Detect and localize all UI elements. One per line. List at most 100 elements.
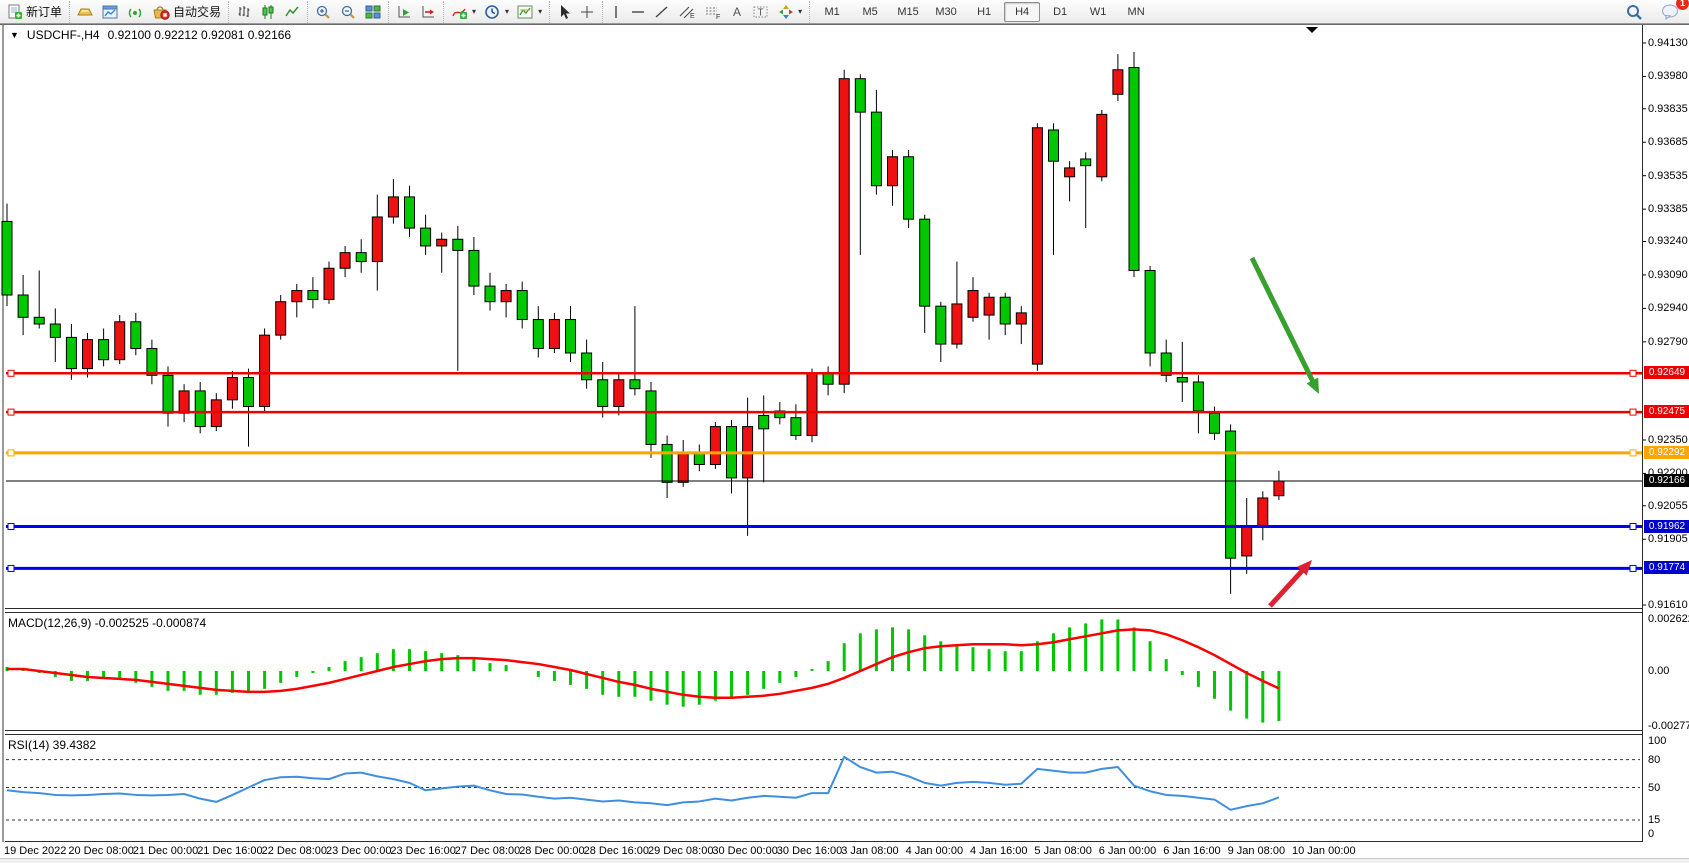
periods-dropdown-caret[interactable]: ▾	[505, 7, 509, 16]
line-handle[interactable]	[8, 409, 14, 415]
sell-signal-arrow-shaft[interactable]	[1252, 258, 1314, 383]
chart-window[interactable]: ▼ USDCHF-,H4 0.92100 0.92212 0.92081 0.9…	[0, 24, 1689, 863]
timeframe-m5[interactable]: M5	[852, 2, 888, 22]
price-line-badge: 0.92166	[1644, 474, 1689, 487]
candle-body	[421, 228, 431, 246]
candle-body	[18, 295, 28, 317]
candle-chart-button[interactable]	[256, 1, 280, 23]
line-handle[interactable]	[8, 370, 14, 376]
price-tick-label: 0.91610	[1648, 599, 1688, 611]
annotation-bounce-arrow[interactable]	[1270, 560, 1312, 606]
candle-body	[823, 373, 833, 384]
candle-chart-icon	[260, 4, 276, 20]
arrows-tool[interactable]: ▾	[774, 1, 806, 23]
horizontal-line-icon	[630, 4, 646, 20]
notification-count-badge: 1	[1676, 0, 1689, 10]
svg-text:E: E	[690, 13, 695, 20]
candle-body	[839, 79, 849, 385]
cursor-tool-button[interactable]	[553, 1, 575, 23]
arrows-dropdown-caret[interactable]: ▾	[798, 7, 802, 16]
line-handle[interactable]	[1630, 409, 1636, 415]
timeframe-d1[interactable]: D1	[1042, 2, 1078, 22]
price-tick-label: 0.93385	[1648, 203, 1688, 215]
timeframe-m30[interactable]: M30	[928, 2, 964, 22]
price-line-badge: 0.92292	[1644, 446, 1689, 459]
market-watch-button[interactable]	[73, 1, 98, 23]
candle-body	[469, 250, 479, 286]
timeframe-mn[interactable]: MN	[1118, 2, 1154, 22]
timeframe-w1[interactable]: W1	[1080, 2, 1116, 22]
vertical-line-tool[interactable]	[606, 1, 626, 23]
candle-body	[807, 373, 817, 435]
candle-body	[888, 157, 898, 186]
price-line-badge: 0.92475	[1644, 405, 1689, 418]
search-button[interactable]	[1621, 1, 1647, 23]
auto-trading-button[interactable]: 自动交易	[148, 1, 225, 23]
new-order-icon	[7, 4, 23, 20]
candle-body	[549, 320, 559, 349]
line-handle[interactable]	[1630, 565, 1636, 571]
time-axis-label: 21 Dec 16:00	[197, 845, 262, 857]
candle-body	[437, 239, 447, 246]
candle-body	[324, 268, 334, 299]
bounce-arrow-shaft[interactable]	[1270, 569, 1304, 606]
candle-body	[1097, 114, 1107, 176]
line-chart-button[interactable]	[280, 1, 304, 23]
templates-dropdown-caret[interactable]: ▾	[538, 7, 542, 16]
fibonacci-tool[interactable]: F	[700, 1, 726, 23]
notifications-button[interactable]: 1	[1657, 1, 1683, 23]
indicators-dropdown-caret[interactable]: ▾	[472, 7, 476, 16]
template-icon	[517, 4, 534, 20]
candle-body	[388, 197, 398, 217]
new-order-button[interactable]: 新订单	[3, 1, 66, 23]
timeframe-toolbar: M1M5M15M30H1H4D1W1MN	[809, 1, 1158, 23]
macd-indicator	[7, 619, 1279, 722]
bar-chart-button[interactable]	[232, 1, 256, 23]
chart-canvas[interactable]	[0, 24, 1689, 863]
time-axis-label: 6 Jan 00:00	[1099, 845, 1157, 857]
horizontal-line-tool[interactable]	[626, 1, 650, 23]
candle-body	[163, 375, 173, 413]
candle-body	[1258, 498, 1268, 527]
periods-button[interactable]: ▾	[480, 1, 513, 23]
timeframe-h4[interactable]: H4	[1004, 2, 1040, 22]
price-line-badge: 0.91962	[1644, 520, 1689, 533]
auto-trading-icon	[152, 4, 170, 20]
candle-body	[1161, 353, 1171, 375]
text-tool[interactable]: A	[726, 1, 748, 23]
line-handle[interactable]	[1630, 370, 1636, 376]
line-handle[interactable]	[1630, 450, 1636, 456]
candle-body	[1000, 297, 1010, 324]
price-axis-line[interactable]	[1642, 25, 1643, 842]
crosshair-tool-button[interactable]	[575, 1, 599, 23]
line-handle[interactable]	[1630, 524, 1636, 530]
timeframe-m1[interactable]: M1	[814, 2, 850, 22]
auto-scroll-button[interactable]	[392, 1, 416, 23]
chart-shift-marker-icon[interactable]	[1306, 27, 1318, 33]
timeframe-m15[interactable]: M15	[890, 2, 926, 22]
zoom-out-button[interactable]	[336, 1, 361, 23]
fibonacci-icon: F	[704, 4, 722, 20]
svg-text:F: F	[716, 14, 720, 20]
zoom-in-button[interactable]	[311, 1, 336, 23]
candle-body	[984, 297, 994, 315]
signals-button[interactable]	[123, 1, 148, 23]
time-axis-label: 5 Jan 08:00	[1034, 845, 1092, 857]
indicators-button[interactable]: ▾	[447, 1, 480, 23]
trendline-tool[interactable]	[650, 1, 674, 23]
text-label-tool[interactable]: T	[748, 1, 774, 23]
line-handle[interactable]	[8, 565, 14, 571]
line-handle[interactable]	[8, 450, 14, 456]
timeframe-h1[interactable]: H1	[966, 2, 1002, 22]
templates-button[interactable]: ▾	[513, 1, 546, 23]
line-handle[interactable]	[8, 524, 14, 530]
time-axis-label: 10 Jan 00:00	[1292, 845, 1356, 857]
equidistant-channel-tool[interactable]: E	[674, 1, 700, 23]
new-chart-button[interactable]	[98, 1, 123, 23]
candle-body	[1032, 128, 1042, 364]
chart-shift-button[interactable]	[416, 1, 440, 23]
tile-windows-button[interactable]	[361, 1, 385, 23]
time-axis-label: 20 Dec 08:00	[68, 845, 133, 857]
candle-body	[1226, 431, 1236, 558]
price-tick-label: 0.94130	[1648, 37, 1688, 49]
